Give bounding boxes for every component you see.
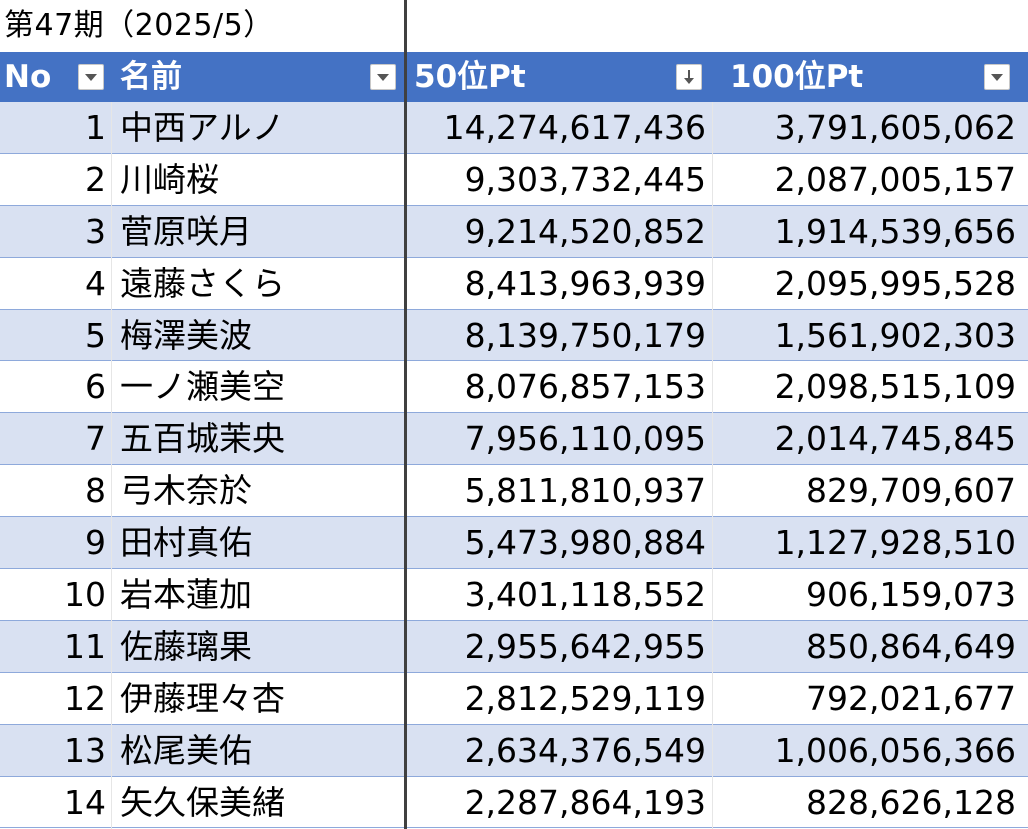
dropdown-icon (377, 74, 389, 81)
cell-p100[interactable]: 792,021,677 (712, 673, 1016, 724)
sheet-title[interactable]: 第47期（2025/5） (4, 4, 274, 48)
cell-name[interactable]: 佐藤璃果 (120, 621, 400, 672)
column-header-p50-label: 50位Pt (414, 59, 526, 95)
cell-name[interactable]: 岩本蓮加 (120, 569, 400, 620)
cell-p50[interactable]: 8,076,857,153 (406, 361, 706, 412)
cell-p100[interactable]: 1,914,539,656 (712, 206, 1016, 257)
table-row: 5 梅澤美波 8,139,750,179 1,561,902,303 (0, 309, 1028, 362)
table-row: 9 田村真佑 5,473,980,884 1,127,928,510 (0, 517, 1028, 570)
sort-descending-icon (684, 70, 694, 84)
cell-p50[interactable]: 2,287,864,193 (406, 777, 706, 828)
cell-p50[interactable]: 9,214,520,852 (406, 206, 706, 257)
cell-no[interactable]: 8 (0, 465, 106, 516)
cell-p100[interactable]: 2,095,995,528 (712, 258, 1016, 309)
column-gridline (712, 102, 713, 829)
table-row: 7 五百城茉央 7,956,110,095 2,014,745,845 (0, 413, 1028, 466)
cell-name[interactable]: 菅原咲月 (120, 206, 400, 257)
cell-no[interactable]: 5 (0, 310, 106, 361)
table-body: 1 中西アルノ 14,274,617,436 3,791,605,062 2 川崎桜 9,3… (0, 102, 1028, 829)
cell-name[interactable]: 中西アルノ (120, 102, 400, 153)
cell-name[interactable]: 遠藤さくら (120, 258, 400, 309)
cell-p100[interactable]: 828,626,128 (712, 777, 1016, 828)
cell-p100[interactable]: 2,098,515,109 (712, 361, 1016, 412)
table-row: 14 矢久保美緒 2,287,864,193 828,626,128 (0, 776, 1028, 829)
cell-name[interactable]: 川崎桜 (120, 154, 400, 205)
cell-name[interactable]: 一ノ瀬美空 (120, 361, 400, 412)
cell-p100[interactable]: 2,014,745,845 (712, 413, 1016, 464)
cell-p50[interactable]: 3,401,118,552 (406, 569, 706, 620)
table-row: 8 弓木奈於 5,811,810,937 829,709,607 (0, 465, 1028, 518)
cell-p100[interactable]: 3,791,605,062 (712, 102, 1016, 153)
table-row: 4 遠藤さくら 8,413,963,939 2,095,995,528 (0, 257, 1028, 310)
cell-p50[interactable]: 8,413,963,939 (406, 258, 706, 309)
cell-p50[interactable]: 9,303,732,445 (406, 154, 706, 205)
table-header: No 名前 50位Pt 100位Pt (0, 52, 1028, 102)
table-row: 2 川崎桜 9,303,732,445 2,087,005,157 (0, 153, 1028, 206)
column-header-p50[interactable]: 50位Pt (410, 52, 712, 102)
column-header-name-label: 名前 (120, 59, 182, 95)
cell-p100[interactable]: 2,087,005,157 (712, 154, 1016, 205)
column-header-no[interactable]: No (0, 52, 110, 102)
cell-p50[interactable]: 2,955,642,955 (406, 621, 706, 672)
table-row: 11 佐藤璃果 2,955,642,955 850,864,649 (0, 620, 1028, 673)
cell-no[interactable]: 6 (0, 361, 106, 412)
cell-p100[interactable]: 906,159,073 (712, 569, 1016, 620)
cell-name[interactable]: 弓木奈於 (120, 465, 400, 516)
column-header-p100-label: 100位Pt (730, 59, 864, 95)
filter-dropdown-no[interactable] (78, 64, 104, 90)
table-row: 3 菅原咲月 9,214,520,852 1,914,539,656 (0, 205, 1028, 258)
cell-p50[interactable]: 7,956,110,095 (406, 413, 706, 464)
cell-name[interactable]: 伊藤理々杏 (120, 673, 400, 724)
cell-name[interactable]: 梅澤美波 (120, 310, 400, 361)
cell-p100[interactable]: 850,864,649 (712, 621, 1016, 672)
table-row: 6 一ノ瀬美空 8,076,857,153 2,098,515,109 (0, 361, 1028, 414)
cell-no[interactable]: 3 (0, 206, 106, 257)
cell-p100[interactable]: 829,709,607 (712, 465, 1016, 516)
cell-no[interactable]: 12 (0, 673, 106, 724)
cell-no[interactable]: 1 (0, 102, 106, 153)
cell-p50[interactable]: 8,139,750,179 (406, 310, 706, 361)
title-row: 第47期（2025/5） (0, 0, 1028, 52)
cell-no[interactable]: 11 (0, 621, 106, 672)
filter-dropdown-name[interactable] (370, 64, 396, 90)
table-row: 12 伊藤理々杏 2,812,529,119 792,021,677 (0, 672, 1028, 725)
cell-p100[interactable]: 1,127,928,510 (712, 517, 1016, 568)
cell-name[interactable]: 矢久保美緒 (120, 777, 400, 828)
table-row: 1 中西アルノ 14,274,617,436 3,791,605,062 (0, 102, 1028, 154)
cell-p50[interactable]: 2,634,376,549 (406, 725, 706, 776)
cell-no[interactable]: 4 (0, 258, 106, 309)
column-header-p100[interactable]: 100位Pt (726, 52, 1028, 102)
dropdown-icon (85, 74, 97, 81)
dropdown-icon (991, 74, 1003, 81)
cell-no[interactable]: 10 (0, 569, 106, 620)
cell-p50[interactable]: 14,274,617,436 (406, 102, 706, 153)
cell-name[interactable]: 田村真佑 (120, 517, 400, 568)
cell-no[interactable]: 7 (0, 413, 106, 464)
filter-dropdown-p100[interactable] (984, 64, 1010, 90)
sort-button-p50[interactable] (676, 64, 702, 90)
table-row: 10 岩本蓮加 3,401,118,552 906,159,073 (0, 569, 1028, 621)
cell-no[interactable]: 14 (0, 777, 106, 828)
frozen-pane-divider (404, 0, 407, 829)
table-row: 13 松尾美佑 2,634,376,549 1,006,056,366 (0, 724, 1028, 777)
cell-p50[interactable]: 2,812,529,119 (406, 673, 706, 724)
cell-name[interactable]: 五百城茉央 (120, 413, 400, 464)
spreadsheet: 第47期（2025/5） No 名前 50位Pt 100位Pt 1 中西アルノ … (0, 0, 1028, 829)
cell-p100[interactable]: 1,006,056,366 (712, 725, 1016, 776)
cell-p50[interactable]: 5,811,810,937 (406, 465, 706, 516)
cell-no[interactable]: 2 (0, 154, 106, 205)
column-gridline (111, 102, 112, 829)
cell-p100[interactable]: 1,561,902,303 (712, 310, 1016, 361)
cell-no[interactable]: 9 (0, 517, 106, 568)
column-header-name[interactable]: 名前 (116, 52, 406, 102)
cell-p50[interactable]: 5,473,980,884 (406, 517, 706, 568)
column-header-no-label: No (4, 59, 52, 95)
cell-no[interactable]: 13 (0, 725, 106, 776)
cell-name[interactable]: 松尾美佑 (120, 725, 400, 776)
